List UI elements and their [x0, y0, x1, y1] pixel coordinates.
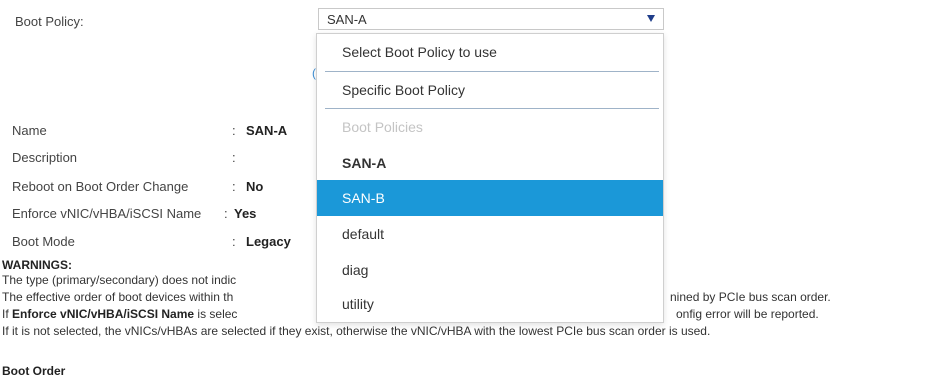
- enforce-value: Yes: [234, 206, 257, 221]
- boot-mode-value: Legacy: [246, 234, 291, 249]
- warning-line-3-mid: is selec: [194, 307, 238, 321]
- warning-line-2-tail: nined by PCIe bus scan order.: [670, 290, 831, 304]
- reboot-value: No: [246, 179, 264, 194]
- warning-line-4: If it is not selected, the vNICs/vHBAs a…: [2, 324, 711, 338]
- option-diag[interactable]: diag: [317, 252, 663, 288]
- warning-line-3: If Enforce vNIC/vHBA/iSCSI Name is selec: [2, 307, 237, 321]
- name-label: Name: [12, 123, 47, 138]
- option-default[interactable]: default: [317, 216, 663, 252]
- name-value: SAN-A: [246, 123, 288, 138]
- boot-policy-dropdown-list[interactable]: Select Boot Policy to use Specific Boot …: [316, 33, 664, 323]
- group-heading-boot-policies: Boot Policies: [342, 119, 423, 135]
- warning-line-3-prefix: If: [2, 307, 13, 321]
- reboot-colon: :: [232, 179, 236, 194]
- warning-line-3-tail: onfig error will be reported.: [676, 307, 819, 321]
- chevron-down-icon[interactable]: [647, 15, 655, 22]
- description-label: Description: [12, 150, 78, 165]
- option-select-boot-policy[interactable]: Select Boot Policy to use: [317, 34, 663, 70]
- boot-policy-select[interactable]: SAN-A: [318, 8, 664, 30]
- warning-line-2: The effective order of boot devices with…: [2, 290, 234, 304]
- boot-mode-colon: :: [232, 234, 236, 249]
- boot-order-title: Boot Order: [2, 364, 66, 378]
- enforce-colon: :: [224, 206, 228, 221]
- option-san-b[interactable]: SAN-B: [317, 180, 663, 216]
- warnings-title: WARNINGS:: [2, 258, 72, 272]
- boot-policy-label: Boot Policy:: [15, 14, 84, 29]
- warning-line-3-bold: Enforce vNIC/vHBA/iSCSI Name: [12, 307, 195, 321]
- enforce-name-label: Enforce vNIC/vHBA/iSCSI Name: [12, 206, 202, 221]
- warning-line-1: The type (primary/secondary) does not in…: [2, 273, 237, 287]
- option-specific-boot-policy[interactable]: Specific Boot Policy: [317, 72, 663, 108]
- reboot-on-boot-order-change-label: Reboot on Boot Order Change: [12, 179, 189, 194]
- boot-policy-selected-value: SAN-A: [327, 12, 367, 27]
- option-utility[interactable]: utility: [317, 286, 663, 322]
- boot-mode-label: Boot Mode: [12, 234, 75, 249]
- name-colon: :: [232, 123, 236, 138]
- option-san-a[interactable]: SAN-A: [317, 145, 663, 181]
- description-colon: :: [232, 150, 236, 165]
